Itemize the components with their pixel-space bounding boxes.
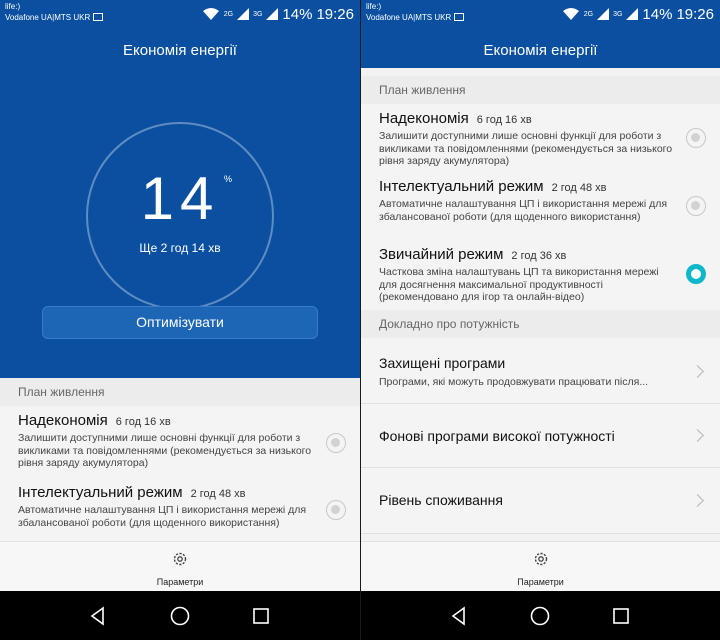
plan-radio[interactable] — [326, 433, 346, 453]
page-title: Економія енергії — [123, 42, 237, 59]
signal-icon — [626, 8, 639, 20]
row-subtitle: Програми, які можуть продовжувати працюв… — [379, 376, 649, 388]
plan-description: Залишити доступними лише основні функції… — [379, 130, 673, 167]
signal-icon — [266, 8, 279, 20]
carrier-info: life:) Vodafone UA|MTS UKR — [5, 1, 104, 23]
protected-apps-item[interactable]: Захищені програми Програми, які можуть п… — [361, 338, 720, 404]
power-plan-heading: План живлення — [0, 378, 360, 406]
status-bar: life:) Vodafone UA|MTS UKR 2G 3G 14% 19:… — [0, 0, 360, 28]
navigation-bar — [361, 591, 720, 640]
plan-name: Інтелектуальний режим — [18, 484, 183, 501]
wifi-icon — [562, 8, 579, 20]
bottom-toolbar: Параметри — [361, 541, 720, 591]
network-2g: 2G — [223, 10, 234, 18]
chevron-right-icon — [691, 365, 704, 378]
right-screen: life:) Vodafone UA|MTS UKR 2G 3G 14% 19:… — [361, 0, 720, 640]
page-title: Економія енергії — [483, 42, 598, 59]
image-icon — [93, 13, 104, 21]
percent-sign: % — [224, 174, 233, 184]
plan-item-normal[interactable]: Звичайний режим 2 год 36 хв Часткова змін… — [361, 240, 720, 310]
status-bar: life:) Vodafone UA|MTS UKR 2G 3G 14% 19:… — [361, 0, 720, 28]
plan-time: 2 год 48 хв — [551, 182, 607, 194]
left-screen: life:) Vodafone UA|MTS UKR 2G 3G 14% 19:… — [0, 0, 360, 640]
gear-icon[interactable] — [172, 551, 188, 567]
plan-description: Автоматичне налаштування ЦП і використан… — [18, 504, 307, 529]
home-icon[interactable] — [169, 605, 191, 627]
high-power-apps-item[interactable]: Фонові програми високої потужності — [361, 404, 720, 468]
chevron-right-icon — [691, 429, 704, 442]
plan-description: Часткова зміна налаштувань ЦП та викорис… — [379, 266, 659, 303]
carrier-line-1: life:) — [366, 2, 382, 11]
plan-name: Інтелектуальний режим — [379, 178, 544, 195]
network-3g: 3G — [253, 10, 263, 18]
navigation-bar — [0, 591, 360, 640]
battery-gauge: 14 % Ще 2 год 14 хв — [86, 122, 274, 310]
carrier-line-2: Vodafone UA|MTS UKR — [5, 13, 91, 22]
plan-radio[interactable] — [686, 196, 706, 216]
clock: 19:26 — [676, 5, 714, 23]
plan-name: Надекономія — [379, 110, 469, 127]
carrier-info: life:) Vodafone UA|MTS UKR — [366, 1, 465, 23]
plan-item-smart[interactable]: Інтелектуальний режим 2 год 48 хв Автомат… — [0, 478, 360, 541]
bottom-toolbar: Параметри — [0, 541, 360, 591]
header-panel: Економія енергії — [361, 28, 720, 68]
settings-label[interactable]: Параметри — [0, 577, 360, 587]
row-label: Фонові програми високої потужності — [379, 428, 615, 444]
plan-time: 2 год 36 хв — [511, 250, 567, 262]
battery-level: 14% — [282, 5, 313, 23]
plan-item-smart[interactable]: Інтелектуальний режим 2 год 48 хв Автомат… — [361, 172, 720, 240]
remaining-time: Ще 2 год 14 хв — [139, 241, 221, 255]
signal-icon — [597, 8, 610, 20]
carrier-line-2: Vodafone UA|MTS UKR — [366, 13, 452, 22]
plan-item-ultra-saving[interactable]: Надекономія 6 год 16 хв Залишити доступни… — [361, 104, 720, 172]
consumption-level-item[interactable]: Рівень споживання — [361, 468, 720, 534]
power-plan-heading: План живлення — [361, 76, 720, 104]
clock: 19:26 — [316, 5, 354, 23]
network-3g: 3G — [613, 10, 623, 18]
plan-radio[interactable] — [326, 500, 346, 520]
plan-name: Надекономія — [18, 412, 108, 429]
chevron-right-icon — [691, 494, 704, 507]
wifi-icon — [202, 8, 219, 20]
plan-description: Автоматичне налаштування ЦП і використан… — [379, 198, 668, 223]
gear-icon[interactable] — [533, 551, 549, 567]
signal-icon — [237, 8, 250, 20]
home-icon[interactable] — [529, 605, 551, 627]
plan-time: 2 год 48 хв — [190, 488, 246, 500]
plan-item-ultra-saving[interactable]: Надекономія 6 год 16 хв Залишити доступни… — [0, 406, 360, 478]
carrier-line-1: life:) — [5, 2, 21, 11]
plan-description: Залишити доступними лише основні функції… — [18, 432, 312, 469]
back-icon[interactable] — [87, 605, 109, 627]
plan-time: 6 год 16 хв — [115, 416, 171, 428]
battery-level: 14% — [642, 5, 673, 23]
settings-label[interactable]: Параметри — [361, 577, 720, 587]
network-2g: 2G — [583, 10, 594, 18]
image-icon — [454, 13, 465, 21]
back-icon[interactable] — [448, 605, 470, 627]
plan-time: 6 год 16 хв — [476, 114, 532, 126]
plan-radio-selected[interactable] — [686, 264, 706, 284]
row-label: Захищені програми — [379, 355, 506, 371]
plan-name: Звичайний режим — [379, 246, 504, 263]
details-heading: Докладно про потужність — [361, 310, 720, 338]
recents-icon[interactable] — [250, 605, 272, 627]
battery-percent: 14 — [140, 165, 220, 232]
recents-icon[interactable] — [610, 605, 632, 627]
plan-radio[interactable] — [686, 128, 706, 148]
row-label: Рівень споживання — [379, 492, 503, 508]
optimize-button[interactable]: Оптимізувати — [42, 306, 318, 339]
